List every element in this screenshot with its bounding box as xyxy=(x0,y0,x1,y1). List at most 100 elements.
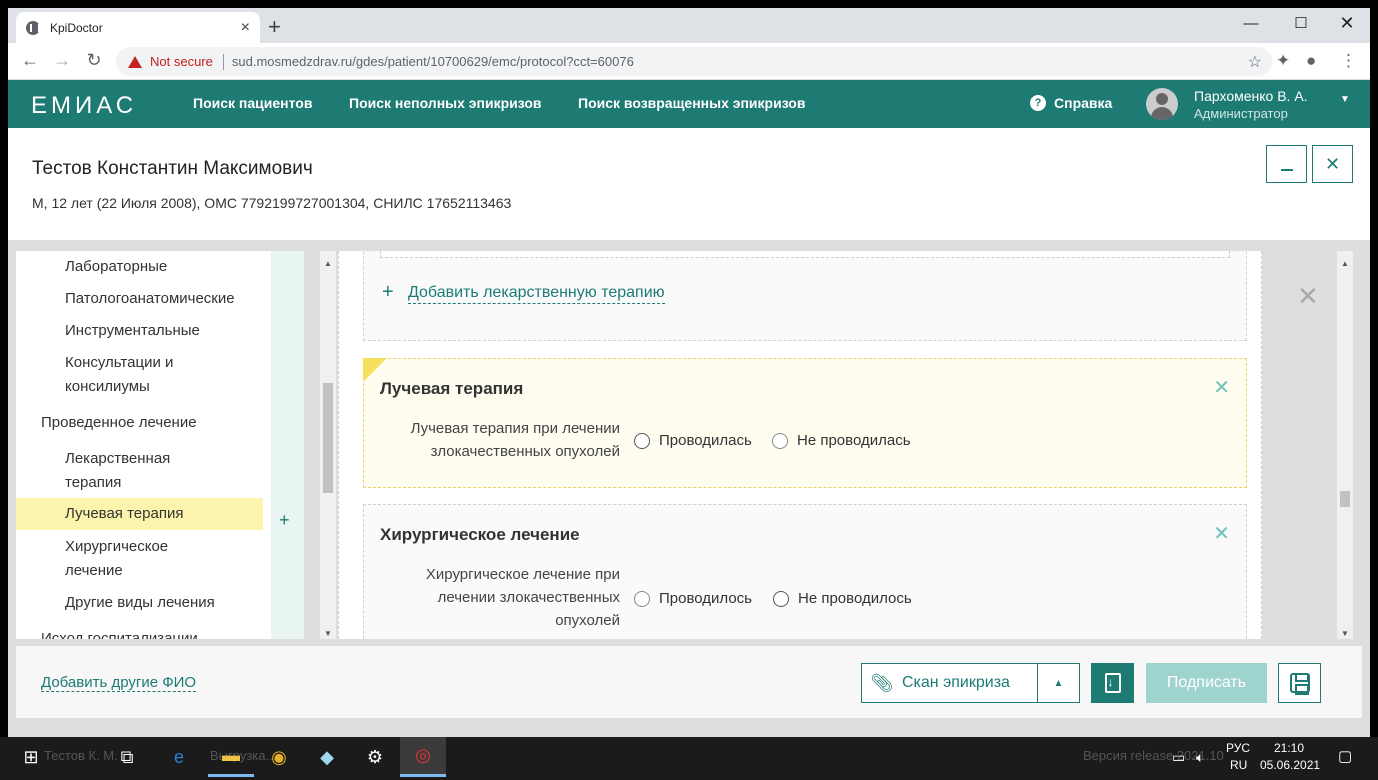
surgery-no-radio[interactable]: Не проводилось xyxy=(773,590,912,607)
main-content: + Добавить лекарственную терапию Лучевая… xyxy=(338,251,1262,639)
close-icon[interactable]: ✕ xyxy=(1213,375,1230,400)
notifications-icon[interactable]: ▢ xyxy=(1338,747,1352,765)
volume-icon[interactable]: 🔈︎ xyxy=(1196,749,1204,766)
minimize-patient-button[interactable] xyxy=(1266,145,1307,183)
footer-bar: Добавить другие ФИО 📎︎ Скан эпикриза ▲ П… xyxy=(16,646,1362,718)
sidebar-scrollbar[interactable]: ▲ ▼ xyxy=(320,251,336,639)
scan-label: Скан эпикриза xyxy=(902,674,1010,691)
sidebar-item-lab[interactable]: Лабораторные xyxy=(16,255,263,279)
close-icon: ✕ xyxy=(1324,153,1341,174)
locale-indicator[interactable]: RU xyxy=(1230,758,1247,772)
download-button[interactable] xyxy=(1091,663,1134,703)
notepad-app-icon[interactable]: ◆ xyxy=(304,737,350,777)
user-name[interactable]: Пархоменко В. А. xyxy=(1194,88,1308,104)
scroll-up-arrow[interactable]: ▲ xyxy=(320,259,336,268)
chrome-icon[interactable]: ◉ xyxy=(256,737,302,777)
surgery-title: Хирургическое лечение xyxy=(380,525,580,544)
language-indicator[interactable]: РУС xyxy=(1226,741,1250,755)
drug-therapy-list xyxy=(380,251,1230,258)
windows-start-icon[interactable]: ⊞ xyxy=(8,737,54,777)
help-link[interactable]: ? Справка xyxy=(1030,95,1112,111)
browser-toolbar: ← → ↻ Not secure sud.mosmedzdrav.ru/gdes… xyxy=(8,43,1370,80)
remote-app-icon[interactable]: ◎ xyxy=(400,737,446,777)
sidebar: Лабораторные Патологоанатомические Инстр… xyxy=(16,251,271,639)
add-drug-therapy-link[interactable]: + Добавить лекарственную терапию xyxy=(364,268,1246,308)
drug-therapy-card: + Добавить лекарственную терапию xyxy=(363,251,1247,341)
scrollbar-thumb[interactable] xyxy=(1340,491,1350,507)
minimize-icon xyxy=(1280,169,1293,171)
sidebar-item-surgery[interactable]: Хирургическое лечение xyxy=(16,535,216,583)
browser-tab[interactable]: KpiDoctor × xyxy=(16,12,260,43)
scroll-down-arrow[interactable]: ▼ xyxy=(320,629,336,638)
sidebar-item-treatment[interactable]: Проведенное лечение xyxy=(16,411,263,435)
radio-label: Не проводилось xyxy=(798,590,912,607)
scroll-up-arrow[interactable]: ▲ xyxy=(1337,259,1353,268)
clock-time[interactable]: 21:10 xyxy=(1274,741,1304,755)
radiation-no-radio[interactable]: Не проводилась xyxy=(772,432,911,449)
user-role: Администратор xyxy=(1194,106,1288,121)
not-secure-label[interactable]: Not secure xyxy=(150,54,213,69)
nav-returned-epicrises[interactable]: Поиск возвращенных эпикризов xyxy=(578,95,805,111)
radiation-yes-radio[interactable]: Проводилась xyxy=(634,432,752,449)
save-button[interactable] xyxy=(1278,663,1321,703)
add-other-fio-link[interactable]: Добавить другие ФИО xyxy=(41,674,197,692)
radiation-question: Лучевая терапия при лечении злокачествен… xyxy=(410,420,620,460)
back-button[interactable]: ← xyxy=(18,50,42,71)
sidebar-item-radiation[interactable]: Лучевая терапия xyxy=(16,498,263,530)
sidebar-item-consultations[interactable]: Консультации и консилиумы xyxy=(16,351,226,399)
profile-icon[interactable]: ● xyxy=(1306,51,1316,71)
help-label: Справка xyxy=(1054,95,1113,111)
radio-label: Не проводилась xyxy=(797,432,911,449)
surgery-question: Хирургическое лечение при лечении злокач… xyxy=(425,566,620,629)
patient-header: Тестов Константин Максимович М, 12 лет (… xyxy=(8,128,1370,240)
scroll-down-arrow[interactable]: ▼ xyxy=(1337,629,1353,638)
warning-icon xyxy=(128,55,142,68)
globe-icon xyxy=(26,20,40,35)
surgery-yes-radio[interactable]: Проводилось xyxy=(634,590,752,607)
address-bar[interactable]: Not secure sud.mosmedzdrav.ru/gdes/patie… xyxy=(116,47,1272,76)
plus-icon: + xyxy=(382,281,394,303)
close-patient-button[interactable]: ✕ xyxy=(1312,145,1353,183)
emias-logo[interactable]: ЕМИАС xyxy=(31,92,137,120)
nav-incomplete-epicrises[interactable]: Поиск неполных эпикризов xyxy=(349,95,542,111)
radio-label: Проводилась xyxy=(659,432,752,449)
app-header: ЕМИАС Поиск пациентов Поиск неполных эпи… xyxy=(8,80,1370,128)
close-icon[interactable]: ✕ xyxy=(1213,521,1230,546)
url-text[interactable]: sud.mosmedzdrav.ru/gdes/patient/10700629… xyxy=(232,54,634,69)
close-panel-icon[interactable]: ✕ xyxy=(1297,281,1319,312)
sidebar-item-other[interactable]: Другие виды лечения xyxy=(16,591,263,615)
close-tab-icon[interactable]: × xyxy=(241,19,250,37)
sidebar-item-outcome[interactable]: Исход госпитализации xyxy=(16,627,263,639)
radio-circle xyxy=(773,590,789,607)
new-tab-button[interactable]: + xyxy=(268,14,281,40)
nav-patient-search[interactable]: Поиск пациентов xyxy=(193,95,312,111)
minimize-window-button[interactable]: — xyxy=(1228,8,1274,38)
bookmark-star-icon[interactable]: ☆ xyxy=(1248,52,1262,72)
menu-kebab-icon[interactable]: ⋮ xyxy=(1340,51,1357,71)
sidebar-item-drug-therapy[interactable]: Лекарственная терапия xyxy=(16,447,216,495)
main-scrollbar[interactable]: ▲ ▼ xyxy=(1337,251,1353,639)
maximize-window-button[interactable]: ☐ xyxy=(1278,8,1324,38)
task-view-icon[interactable]: ⧉ xyxy=(104,737,150,777)
chevron-up-icon[interactable]: ▲ xyxy=(1037,664,1079,702)
reload-button[interactable]: ↻ xyxy=(82,50,106,71)
clock-date[interactable]: 05.06.2021 xyxy=(1260,758,1320,772)
sidebar-item-pathology[interactable]: Патологоанатомические xyxy=(16,287,263,311)
settings-gear-icon[interactable]: ⚙ xyxy=(352,737,398,777)
close-window-button[interactable]: ✕ xyxy=(1324,8,1370,38)
file-explorer-icon[interactable]: ▬ xyxy=(208,737,254,777)
radio-label: Проводилось xyxy=(659,590,752,607)
sidebar-item-instrumental[interactable]: Инструментальные xyxy=(16,319,263,343)
internet-explorer-icon[interactable]: e xyxy=(156,737,202,777)
extensions-icon[interactable]: ✦ xyxy=(1276,51,1290,71)
scrollbar-thumb[interactable] xyxy=(323,383,333,493)
forward-button[interactable]: → xyxy=(50,50,74,71)
chevron-down-icon[interactable]: ▼ xyxy=(1340,94,1350,105)
sign-button[interactable]: Подписать xyxy=(1146,663,1267,703)
avatar[interactable] xyxy=(1146,88,1178,120)
radio-circle xyxy=(634,590,650,607)
radio-circle xyxy=(772,432,788,449)
scan-epicrisis-button[interactable]: 📎︎ Скан эпикриза ▲ xyxy=(861,663,1080,703)
add-section-icon[interactable]: + xyxy=(279,510,290,531)
network-icon[interactable]: ▭ xyxy=(1172,749,1185,766)
